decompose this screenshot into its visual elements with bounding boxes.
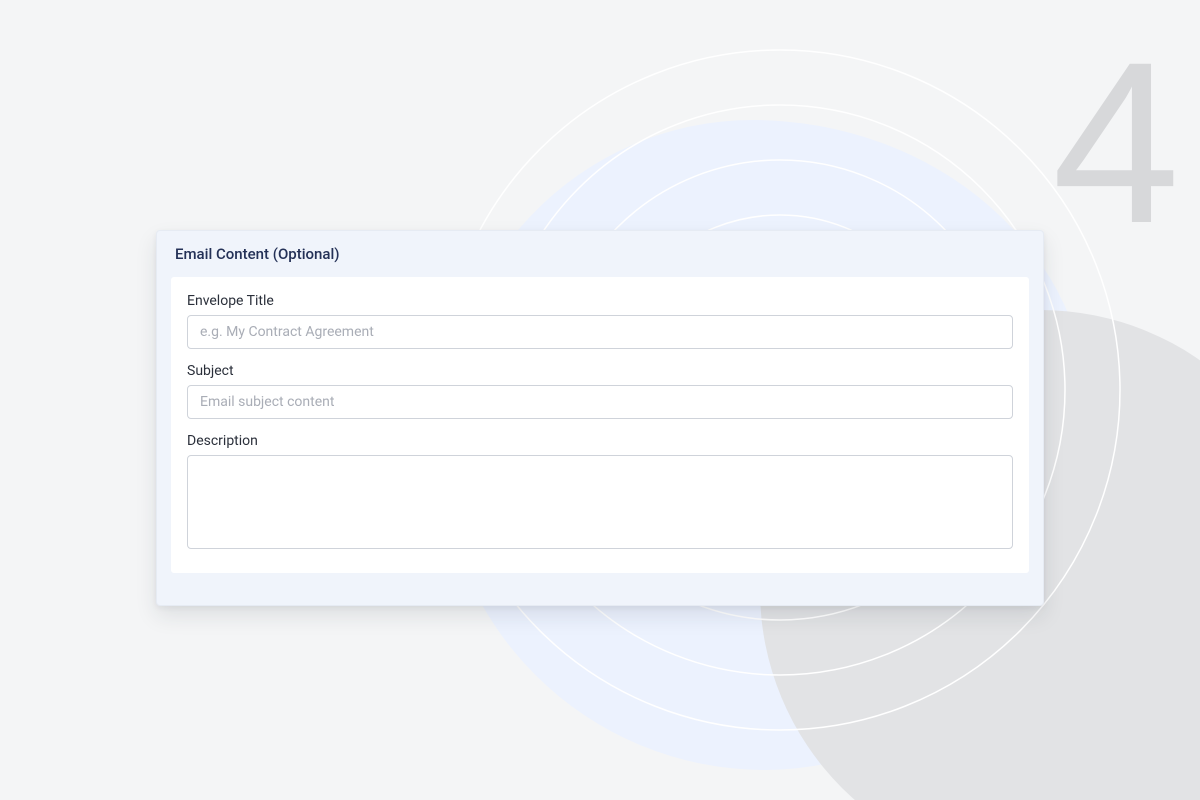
subject-label: Subject bbox=[187, 363, 1013, 379]
field-envelope-title: Envelope Title bbox=[187, 293, 1013, 349]
description-textarea[interactable] bbox=[187, 455, 1013, 549]
envelope-title-label: Envelope Title bbox=[187, 293, 1013, 309]
description-label: Description bbox=[187, 433, 1013, 449]
step-number: 4 bbox=[1052, 28, 1180, 258]
field-subject: Subject bbox=[187, 363, 1013, 419]
envelope-title-input[interactable] bbox=[187, 315, 1013, 349]
email-content-card: Email Content (Optional) Envelope Title … bbox=[156, 230, 1044, 606]
card-body: Envelope Title Subject Description bbox=[171, 277, 1029, 573]
field-description: Description bbox=[187, 433, 1013, 553]
card-header: Email Content (Optional) bbox=[157, 231, 1043, 277]
subject-input[interactable] bbox=[187, 385, 1013, 419]
